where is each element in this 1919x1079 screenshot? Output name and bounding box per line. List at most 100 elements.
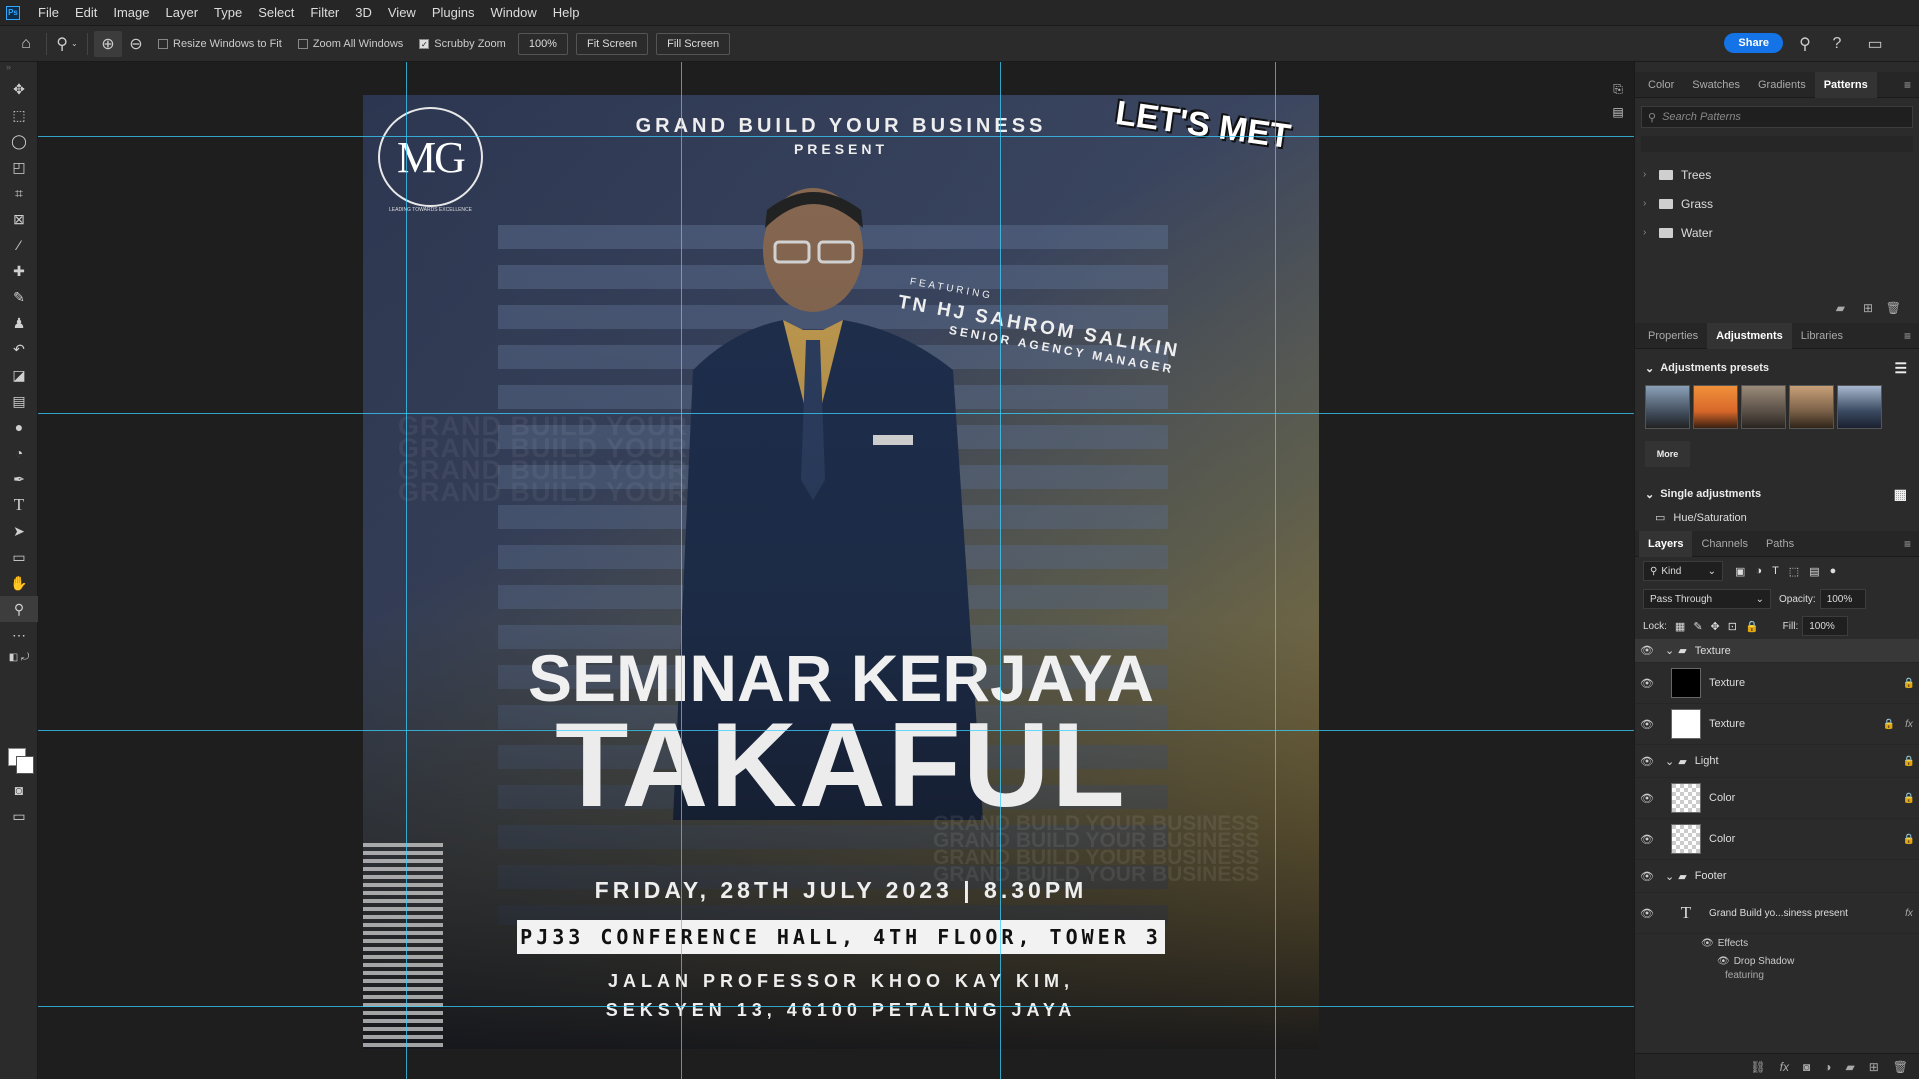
filter-adjustment-icon[interactable]: ◑ bbox=[1755, 565, 1762, 577]
new-group-icon[interactable]: ▰ bbox=[1836, 301, 1845, 315]
share-button[interactable]: Share bbox=[1724, 33, 1783, 53]
frame-tool-icon[interactable]: ⊠ bbox=[0, 206, 38, 232]
panel-menu-icon[interactable]: ≡ bbox=[1904, 78, 1911, 92]
preset-thumb[interactable] bbox=[1741, 385, 1786, 429]
layer-group-footer[interactable]: 👁 ⌄ ▰ Footer bbox=[1635, 860, 1919, 893]
adjustment-layer-icon[interactable]: ◑ bbox=[1824, 1060, 1831, 1074]
lock-pixels-icon[interactable]: ✎ bbox=[1693, 620, 1702, 633]
fill-input[interactable]: 100% bbox=[1802, 616, 1849, 636]
hand-tool-icon[interactable]: ✋ bbox=[0, 570, 38, 596]
guide-vertical[interactable] bbox=[406, 62, 407, 1079]
path-selection-tool-icon[interactable]: ➤ bbox=[0, 518, 38, 544]
quick-mask-icon[interactable]: ◙ bbox=[0, 777, 38, 803]
panel-menu-icon[interactable]: ≡ bbox=[1904, 329, 1911, 343]
tab-adjustments[interactable]: Adjustments bbox=[1707, 322, 1792, 349]
adjustments-presets-header[interactable]: ⌄ Adjustments presets ☰ bbox=[1635, 355, 1919, 381]
tab-patterns[interactable]: Patterns bbox=[1814, 71, 1877, 98]
preset-thumb[interactable] bbox=[1789, 385, 1834, 429]
guide-vertical[interactable] bbox=[1275, 62, 1276, 1079]
resize-windows-checkbox[interactable]: Resize Windows to Fit bbox=[158, 38, 282, 50]
layer-style-fx-icon[interactable]: fx bbox=[1780, 1060, 1789, 1074]
layer-color-2[interactable]: 👁 Color 🔒 bbox=[1635, 819, 1919, 860]
layer-group-light[interactable]: 👁 ⌄ ▰ Light 🔒 bbox=[1635, 745, 1919, 778]
add-mask-icon[interactable]: ◙ bbox=[1803, 1060, 1810, 1074]
list-view-icon[interactable]: ☰ bbox=[1894, 360, 1907, 377]
menu-help[interactable]: Help bbox=[545, 0, 588, 26]
pattern-folder-grass[interactable]: › Grass bbox=[1635, 189, 1919, 218]
background-color-swatch[interactable] bbox=[16, 756, 34, 774]
zoom-all-checkbox[interactable]: Zoom All Windows bbox=[297, 38, 403, 50]
zoom-in-icon[interactable]: ⊕ bbox=[94, 30, 122, 57]
menu-filter[interactable]: Filter bbox=[302, 0, 347, 26]
visibility-eye-icon[interactable]: 👁 bbox=[1635, 792, 1659, 805]
history-icon[interactable]: ⎘ bbox=[1613, 82, 1623, 97]
layer-partial-featuring[interactable]: featuring bbox=[1635, 970, 1919, 980]
fit-screen-button[interactable]: Fit Screen bbox=[575, 32, 649, 55]
drop-shadow-row[interactable]: 👁 Drop Shadow bbox=[1635, 952, 1919, 970]
marquee-tool-icon[interactable]: ⬚ bbox=[0, 102, 38, 128]
screen-mode-icon[interactable]: ▭ bbox=[0, 803, 38, 829]
home-icon[interactable]: ⌂ bbox=[12, 31, 40, 57]
filter-type-icon[interactable]: T bbox=[1772, 565, 1779, 577]
opacity-input[interactable]: 100% bbox=[1819, 589, 1866, 609]
menu-view[interactable]: View bbox=[380, 0, 424, 26]
lasso-tool-icon[interactable]: ◯ bbox=[0, 128, 38, 154]
eraser-tool-icon[interactable]: ◪ bbox=[0, 362, 38, 388]
panel-menu-icon[interactable]: ≡ bbox=[1904, 537, 1911, 551]
healing-brush-tool-icon[interactable]: ✚ bbox=[0, 258, 38, 284]
layer-text-grand-build[interactable]: 👁 T Grand Build yo...siness present fx bbox=[1635, 893, 1919, 934]
clone-stamp-tool-icon[interactable]: ♟ bbox=[0, 310, 38, 336]
blend-mode-select[interactable]: Pass Through ⌄ bbox=[1643, 589, 1771, 609]
comments-icon[interactable]: ▤ bbox=[1612, 105, 1623, 119]
zoom-out-icon[interactable]: ⊖ bbox=[122, 31, 150, 57]
visibility-eye-icon[interactable]: 👁 bbox=[1635, 907, 1659, 920]
visibility-eye-icon[interactable]: 👁 bbox=[1635, 644, 1659, 657]
more-tools-icon[interactable]: ⋯ bbox=[0, 622, 38, 648]
menu-file[interactable]: File bbox=[30, 0, 67, 26]
layer-effects-row[interactable]: 👁 Effects bbox=[1635, 934, 1919, 952]
layer-texture-black[interactable]: 👁 Texture 🔒 bbox=[1635, 663, 1919, 704]
rectangle-tool-icon[interactable]: ▭ bbox=[0, 544, 38, 570]
chevron-down-icon[interactable]: ⌄ bbox=[1665, 755, 1674, 768]
scrubby-zoom-checkbox[interactable]: ✓ Scrubby Zoom bbox=[419, 38, 506, 50]
menu-image[interactable]: Image bbox=[105, 0, 157, 26]
tab-paths[interactable]: Paths bbox=[1757, 531, 1803, 557]
default-colors-icon[interactable]: ◧ ⤾ bbox=[0, 648, 38, 666]
workspace-icon[interactable]: ▭ bbox=[1861, 31, 1889, 57]
guide-horizontal[interactable] bbox=[38, 730, 1634, 731]
blur-tool-icon[interactable]: ● bbox=[0, 414, 38, 440]
lock-all-icon[interactable]: 🔒 bbox=[1745, 620, 1759, 633]
new-layer-icon[interactable]: ⊞ bbox=[1869, 1060, 1879, 1074]
visibility-eye-icon[interactable]: 👁 bbox=[1635, 870, 1659, 883]
filter-toggle-icon[interactable]: ● bbox=[1830, 565, 1837, 577]
photoshop-logo[interactable]: Ps bbox=[6, 5, 20, 20]
adjustment-item-hue-saturation[interactable]: ▭ Hue/Saturation bbox=[1635, 511, 1919, 525]
zoom-tool-icon[interactable]: ⚲ bbox=[0, 596, 38, 622]
history-brush-tool-icon[interactable]: ↶ bbox=[0, 336, 38, 362]
pattern-folder-water[interactable]: › Water bbox=[1635, 218, 1919, 247]
tab-channels[interactable]: Channels bbox=[1692, 531, 1756, 557]
object-selection-tool-icon[interactable]: ◰ bbox=[0, 154, 38, 180]
menu-3d[interactable]: 3D bbox=[347, 0, 380, 26]
grid-view-icon[interactable]: ▦ bbox=[1894, 486, 1907, 503]
link-layers-icon[interactable]: ⛓ bbox=[1750, 1060, 1765, 1074]
preset-thumb[interactable] bbox=[1645, 385, 1690, 429]
brush-tool-icon[interactable]: ✎ bbox=[0, 284, 38, 310]
tab-gradients[interactable]: Gradients bbox=[1749, 72, 1815, 98]
filter-pixel-icon[interactable]: ▣ bbox=[1735, 565, 1745, 578]
pattern-folder-trees[interactable]: › Trees bbox=[1635, 160, 1919, 189]
preset-thumb[interactable] bbox=[1693, 385, 1738, 429]
gradient-tool-icon[interactable]: ▤ bbox=[0, 388, 38, 414]
chevron-down-icon[interactable]: ⌄ bbox=[1665, 870, 1674, 883]
type-tool-icon[interactable]: T bbox=[0, 492, 38, 518]
delete-layer-icon[interactable]: 🗑 bbox=[1893, 1060, 1908, 1074]
menu-edit[interactable]: Edit bbox=[67, 0, 105, 26]
menu-plugins[interactable]: Plugins bbox=[424, 0, 483, 26]
filter-shape-icon[interactable]: ⬚ bbox=[1789, 565, 1799, 578]
layer-texture-white[interactable]: 👁 Texture 🔒 fx bbox=[1635, 704, 1919, 745]
tab-libraries[interactable]: Libraries bbox=[1792, 323, 1852, 349]
dodge-tool-icon[interactable]: ◔ bbox=[0, 440, 38, 466]
search-patterns-input[interactable]: ⚲ Search Patterns bbox=[1641, 106, 1913, 128]
new-pattern-icon[interactable]: ⊞ bbox=[1863, 301, 1873, 315]
fill-screen-button[interactable]: Fill Screen bbox=[656, 32, 731, 55]
